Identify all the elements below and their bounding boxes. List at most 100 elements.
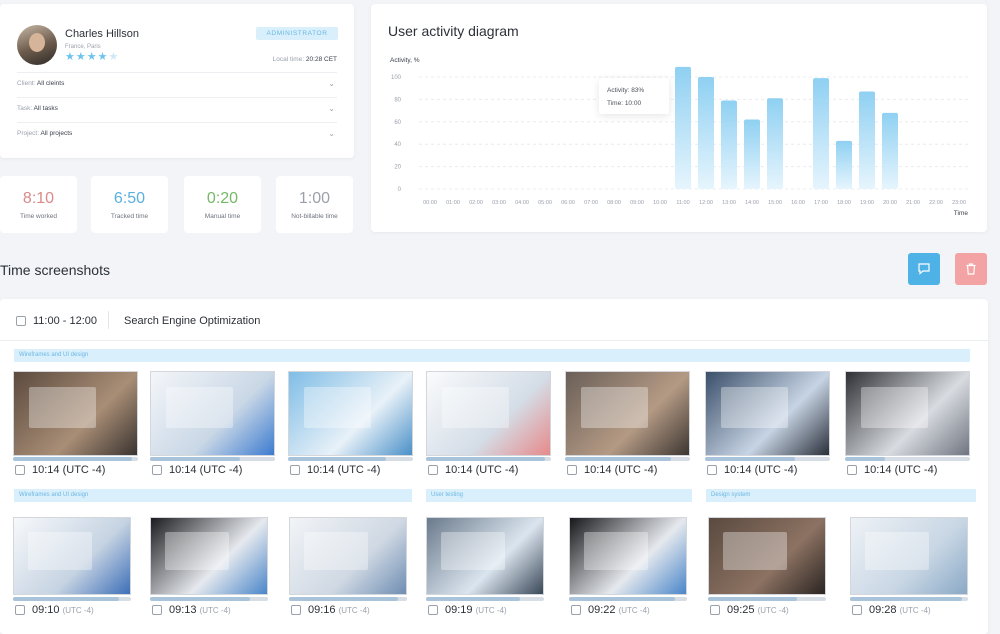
screenshot-thumbnail[interactable] bbox=[708, 517, 826, 595]
period-time: 11:00 - 12:00 bbox=[33, 315, 98, 327]
activity-progress bbox=[426, 457, 551, 461]
activity-bar[interactable] bbox=[767, 98, 783, 189]
screenshot-checkbox[interactable] bbox=[710, 605, 720, 615]
screenshot-checkbox[interactable] bbox=[428, 605, 438, 615]
client-filter[interactable]: Client: All cleints ⌄ bbox=[17, 72, 337, 94]
trash-icon bbox=[966, 263, 976, 275]
x-tick-label: 10:00 bbox=[653, 200, 667, 206]
screenshot-timezone: (UTC -4) bbox=[899, 606, 931, 615]
screenshot-time: 09:13 (UTC -4) bbox=[169, 604, 231, 616]
screenshot-thumbnail[interactable] bbox=[13, 517, 131, 595]
screenshot-thumbnail[interactable] bbox=[150, 517, 268, 595]
screenshot-checkbox[interactable] bbox=[567, 465, 577, 475]
stat-value: 1:00 bbox=[298, 190, 331, 207]
screenshot-time: 10:14 (UTC -4) bbox=[584, 464, 658, 476]
screenshot-checkbox[interactable] bbox=[15, 465, 25, 475]
activity-bar[interactable] bbox=[721, 100, 737, 189]
activity-bar[interactable] bbox=[698, 77, 714, 189]
chevron-down-icon[interactable]: ⌄ bbox=[328, 123, 335, 145]
screenshot-timezone: (UTC -4) bbox=[475, 606, 507, 615]
screenshot-checkbox[interactable] bbox=[152, 465, 162, 475]
x-tick-label: 03:00 bbox=[492, 200, 506, 206]
activity-progress bbox=[289, 597, 407, 601]
x-tick-label: 09:00 bbox=[630, 200, 644, 206]
activity-progress bbox=[13, 457, 138, 461]
activity-progress-fill bbox=[150, 457, 240, 461]
screenshot-thumbnail[interactable] bbox=[850, 517, 968, 595]
screenshot-checkbox[interactable] bbox=[290, 465, 300, 475]
screenshot-time-value: 09:16 bbox=[308, 604, 336, 616]
tooltip-activity: Activity: 83% bbox=[607, 87, 645, 94]
screenshot-checkbox[interactable] bbox=[571, 605, 581, 615]
client-filter-label: Client: bbox=[17, 80, 36, 87]
screenshot-thumbnail[interactable] bbox=[565, 371, 690, 456]
profile-card: Charles Hillson France, Paris ★ ★ ★ ★ ★ … bbox=[0, 4, 354, 158]
screenshot-time: 09:28 (UTC -4) bbox=[869, 604, 931, 616]
period-checkbox[interactable] bbox=[16, 316, 26, 326]
task-filter[interactable]: Task: All tasks ⌄ bbox=[17, 97, 337, 119]
screenshot-thumbnail[interactable] bbox=[705, 371, 830, 456]
screenshot-thumbnail[interactable] bbox=[289, 517, 407, 595]
activity-bar[interactable] bbox=[836, 140, 852, 189]
stat-label: Time worked bbox=[20, 213, 57, 220]
activity-progress-fill bbox=[13, 457, 132, 461]
screenshot-checkbox[interactable] bbox=[152, 605, 162, 615]
screenshot-thumbnail[interactable] bbox=[288, 371, 413, 456]
rating-stars: ★ ★ ★ ★ ★ bbox=[65, 52, 118, 63]
chevron-down-icon[interactable]: ⌄ bbox=[328, 98, 335, 120]
comment-icon bbox=[918, 263, 930, 275]
activity-bar[interactable] bbox=[675, 66, 691, 189]
x-tick-label: 12:00 bbox=[699, 200, 713, 206]
x-tick-label: 17:00 bbox=[814, 200, 828, 206]
x-tick-label: 13:00 bbox=[722, 200, 736, 206]
screenshot-time: 10:14 (UTC -4) bbox=[32, 464, 106, 476]
screenshot-content bbox=[303, 386, 372, 429]
star-icon: ★ bbox=[75, 51, 86, 63]
activity-bar[interactable] bbox=[744, 119, 760, 189]
stat-label: Tracked time bbox=[110, 213, 149, 220]
activity-progress bbox=[150, 457, 275, 461]
screenshot-thumbnail[interactable] bbox=[426, 517, 544, 595]
activity-progress-fill bbox=[565, 457, 672, 461]
screenshot-checkbox[interactable] bbox=[15, 605, 25, 615]
screenshot-content bbox=[441, 386, 510, 429]
x-tick-label: 06:00 bbox=[561, 200, 575, 206]
project-filter[interactable]: Project: All projects ⌄ bbox=[17, 122, 337, 144]
screenshot-thumbnail[interactable] bbox=[150, 371, 275, 456]
screenshot-thumbnail[interactable] bbox=[569, 517, 687, 595]
activity-bar[interactable] bbox=[813, 78, 829, 189]
activity-bar[interactable] bbox=[859, 91, 875, 189]
x-tick-label: 21:00 bbox=[906, 200, 920, 206]
activity-progress bbox=[13, 597, 131, 601]
avatar[interactable] bbox=[17, 25, 57, 65]
stat-not-billable: 1:00 Not-billable time bbox=[276, 176, 353, 233]
group-label: Wireframes and UI design bbox=[14, 349, 970, 362]
screenshot-checkbox[interactable] bbox=[291, 605, 301, 615]
stat-label: Not-billable time bbox=[291, 213, 338, 220]
stat-time-worked: 8:10 Time worked bbox=[0, 176, 77, 233]
activity-bar[interactable] bbox=[882, 112, 898, 189]
screenshot-checkbox[interactable] bbox=[852, 605, 862, 615]
screenshot-thumbnail[interactable] bbox=[426, 371, 551, 456]
screenshot-time-value: 09:13 bbox=[169, 604, 197, 616]
x-tick-label: 14:00 bbox=[745, 200, 759, 206]
x-tick-label: 18:00 bbox=[837, 200, 851, 206]
screenshot-checkbox[interactable] bbox=[707, 465, 717, 475]
comment-button[interactable] bbox=[908, 253, 940, 285]
screenshot-thumbnail[interactable] bbox=[845, 371, 970, 456]
screenshot-time: 10:14 (UTC -4) bbox=[169, 464, 243, 476]
project-filter-value: All projects bbox=[40, 130, 73, 137]
screenshot-checkbox[interactable] bbox=[428, 465, 438, 475]
x-tick-label: 04:00 bbox=[515, 200, 529, 206]
chevron-down-icon[interactable]: ⌄ bbox=[328, 73, 335, 95]
screenshot-time: 10:14 (UTC -4) bbox=[724, 464, 798, 476]
screenshot-checkbox[interactable] bbox=[847, 465, 857, 475]
screenshot-content bbox=[165, 386, 234, 429]
screenshot-timezone: (UTC -4) bbox=[338, 606, 370, 615]
activity-progress-fill bbox=[845, 457, 885, 461]
screenshot-content bbox=[583, 531, 648, 570]
delete-button[interactable] bbox=[955, 253, 987, 285]
screenshot-thumbnail[interactable] bbox=[13, 371, 138, 456]
y-tick-label: 0 bbox=[398, 187, 402, 193]
screenshot-timezone: (UTC -4) bbox=[618, 606, 650, 615]
